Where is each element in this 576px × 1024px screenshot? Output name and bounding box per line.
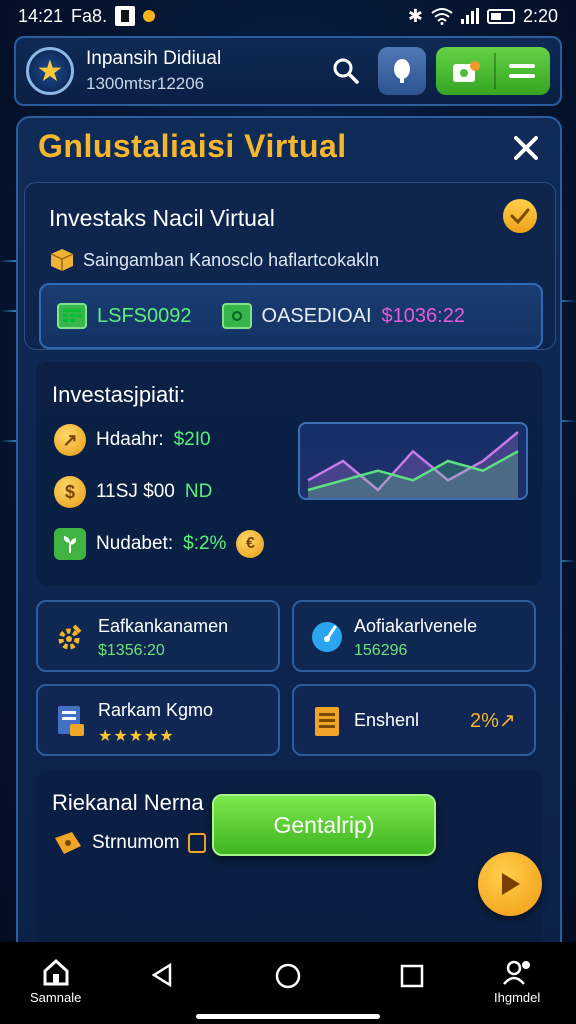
investment-section-title: Investasjpiati: [52,382,186,407]
plant-icon [54,528,86,560]
investment-row-value: ND [184,481,213,502]
nav-back[interactable] [150,962,174,988]
stat-tile-value: 2%↗ [470,710,516,732]
stat-tile[interactable]: Enshenl 2%↗ [292,684,536,756]
bluetooth-icon: ✱ [407,5,423,26]
recents-square-icon [400,964,424,988]
card-title: Investaks Nacil Virtual [49,205,275,231]
calculator-icon [57,303,87,329]
card-subtitle-text: Saingamban Kanosclo haflartcokakln [83,249,380,270]
balance-value: $1036:22 [381,304,465,327]
investment-row-value: $:2% [183,533,227,554]
panel-title: Gnlustaliaisi Virtual [38,128,347,164]
euro-coin-icon: € [236,530,265,558]
gear-icon [54,620,88,654]
close-icon[interactable] [510,132,542,164]
status-time: 14:21 [18,5,64,26]
rating-stars: ★★★★★ [98,728,175,745]
account-number: 1300mtsr12206 [86,74,205,93]
signal-icon [460,8,479,24]
home-circle-icon [275,963,301,989]
nav-recents[interactable] [400,964,424,988]
stat-tile-value: 156296 [354,642,408,659]
compass-star-logo-icon[interactable]: ★ [26,47,74,95]
stat-tile[interactable]: Aofiakarlvenele 156296 [292,600,536,672]
notification-icon [115,6,136,26]
app-header: ★ Inpansih Didiual 1300mtsr12206 [14,36,562,106]
stat-tile-value: $1356:20 [98,642,165,659]
clipboard-icon [310,704,344,738]
gauge-icon [310,620,344,654]
menu-icon [509,64,536,78]
investment-row-label: 11SJ $00 [96,481,175,502]
play-button[interactable] [478,852,542,916]
stat-tile-name: Aofiakarlvenele [354,616,478,636]
nav-home[interactable]: Samnale [30,958,81,1005]
document-icon [54,704,88,738]
back-triangle-icon [151,962,172,988]
investment-row-label: Nudabet: [96,533,174,554]
stat-tile[interactable]: Eafkankanamen $1356:20 [36,600,280,672]
investment-row: ↗ Hdaahr: $2I0 [54,424,211,456]
stat-tile-name: Eafkankanamen [98,616,229,636]
box-icon [50,249,74,271]
growth-chart[interactable] [298,422,528,500]
card-subtitle: Saingamban Kanosclo haflartcokakln [49,247,379,273]
balance-label: OASEDIOAI [261,304,372,327]
wallet-icon [452,61,480,82]
status-clock: 2:20 [522,5,558,26]
investment-row: Nudabet: $:2% € [54,528,265,560]
stat-tile-name: Enshenl [354,710,420,730]
bell-icon [394,59,410,83]
investment-row-value: $2I0 [173,429,211,450]
profile-gear-icon [503,960,531,985]
virtual-investment-panel: Gnlustaliaisi Virtual Investaks Nacil Vi… [16,116,562,956]
account-code: LSFS0092 [97,304,192,327]
status-carrier: Fa8. [71,5,108,26]
search-icon[interactable] [328,53,364,89]
account-code-bar[interactable]: LSFS0092 OASEDIOAI $1036:22 [39,283,543,349]
nav-profile-label: Ihgmdel [494,990,541,1005]
nav-profile[interactable]: Ihgmdel [494,958,540,1005]
wifi-icon [431,8,453,25]
gesture-home-indicator[interactable] [196,1014,380,1019]
investment-row-label: Hdaahr: [96,429,164,450]
wallet-menu-button[interactable] [436,47,550,95]
stat-tile-name: Rarkam Kgmo [98,700,214,720]
growth-chart-svg [307,431,519,498]
nav-home-label: Samnale [30,990,82,1005]
system-nav-bar: Samnale Ihgmdel [0,942,576,1024]
home-icon [43,958,69,986]
investment-row: $ 11SJ $00 ND [54,476,212,508]
notification-dot-icon [143,10,156,22]
dollar-coin-icon: $ [54,476,86,508]
investment-detail-card: Investasjpiati: ↗ Hdaahr: $2I0 $ 11SJ $0… [36,362,542,586]
nav-home-circle[interactable] [274,962,302,990]
ticket-icon [55,832,81,854]
stat-tile[interactable]: Rarkam Kgmo ★★★★★ [36,684,280,756]
rekanal-subtitle-text: Strnumom [92,832,180,853]
tag-icon [187,833,206,853]
battery-icon [486,8,515,24]
play-icon [502,873,520,895]
status-bar: 14:21 Fa8. ✱ 2:20 [0,0,576,32]
notification-button[interactable] [378,47,426,95]
rekanal-subtitle: Strnumom [52,830,206,856]
check-icon[interactable] [503,199,537,233]
coin-icon: ↗ [54,424,86,456]
cash-icon [221,303,252,329]
investment-summary-card: Investaks Nacil Virtual Saingamban Kanos… [24,182,556,350]
start-cta-button[interactable]: Gentalrip) [212,794,436,856]
app-title: Inpansih Didiual [86,48,222,69]
rekanal-title: Riekanal Nerna [52,790,204,815]
